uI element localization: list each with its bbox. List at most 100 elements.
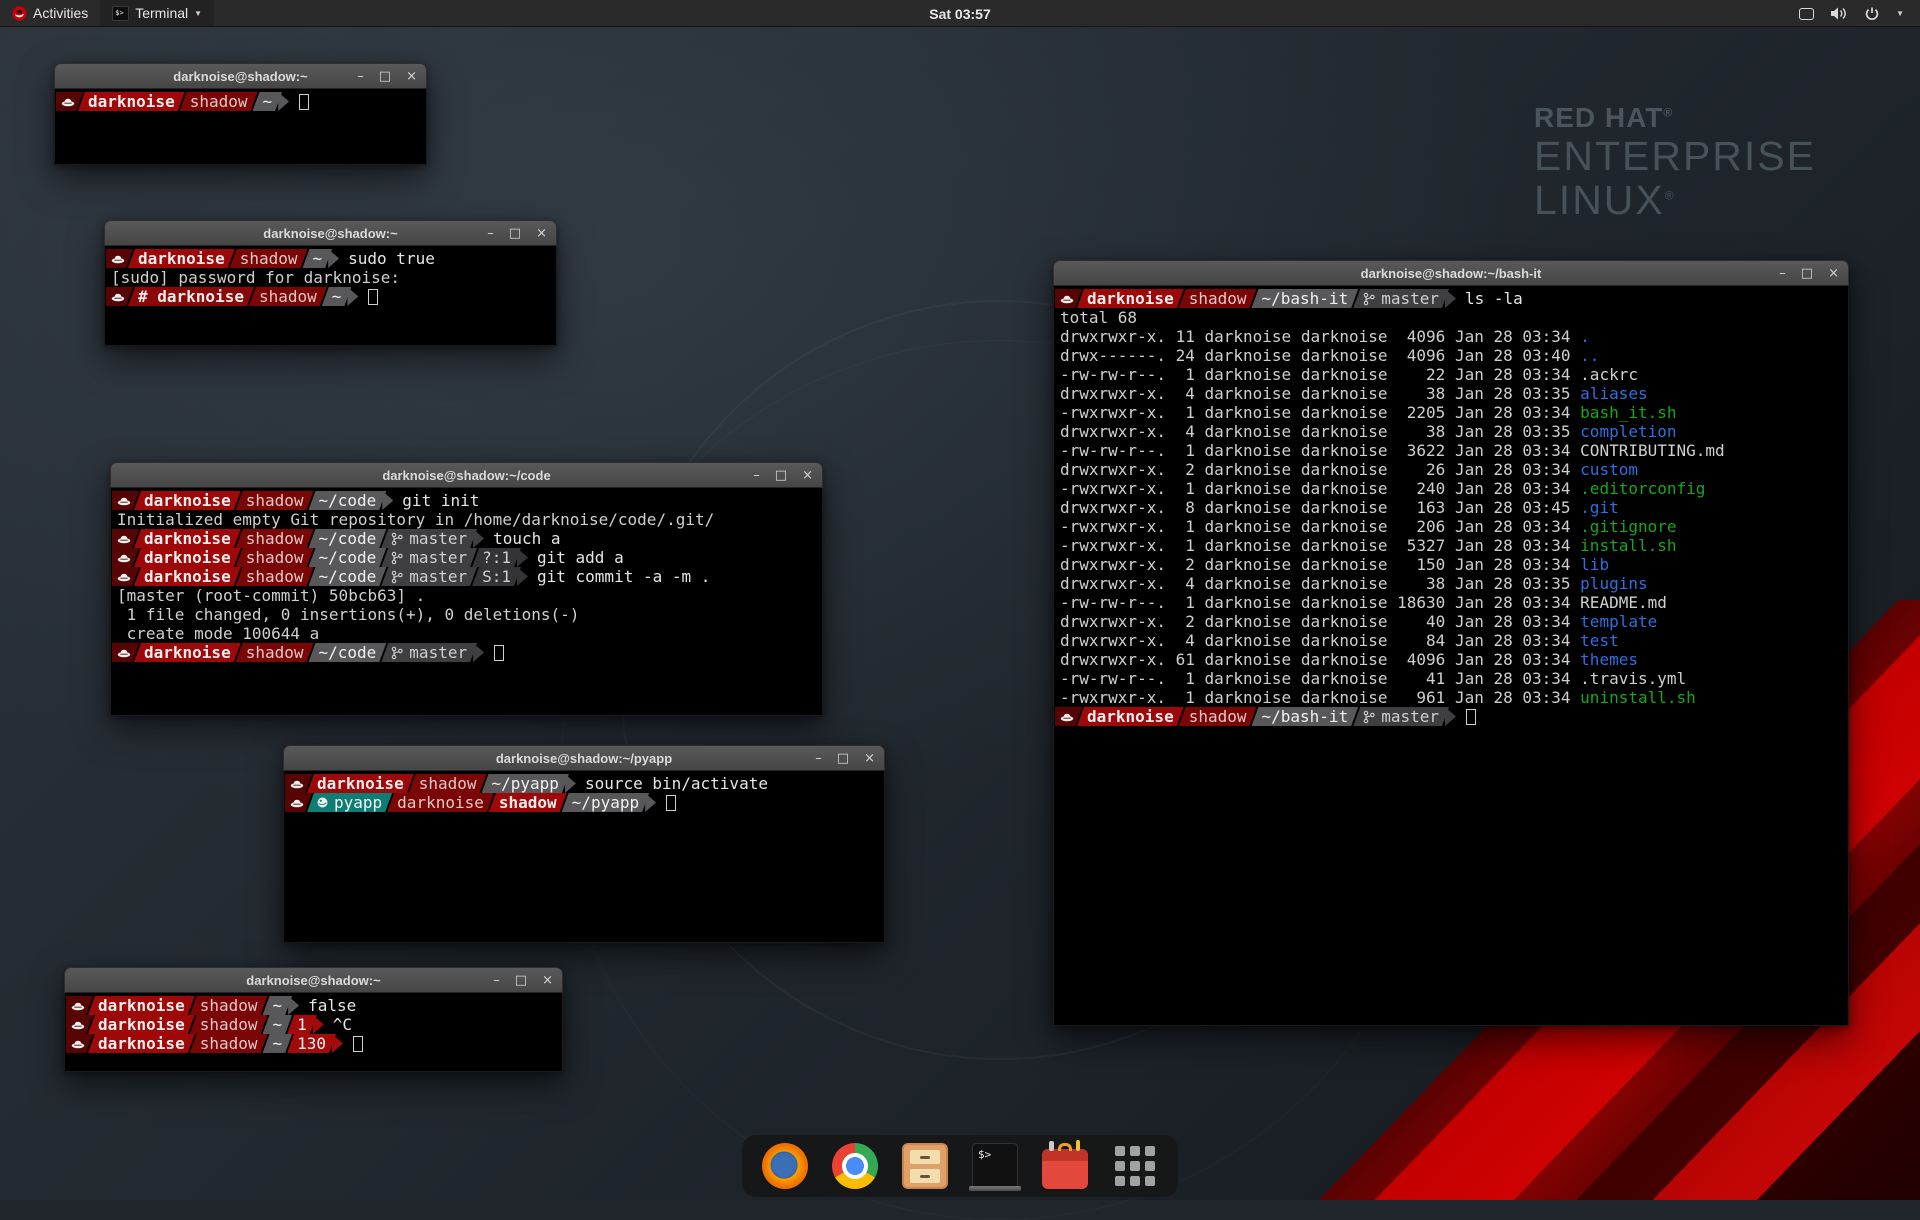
- prompt-arrow-icon: [565, 774, 576, 793]
- prompt-segment-u2: shadow: [1179, 707, 1257, 726]
- ls-row-columns: -rwxrwxr-x. 1 darknoise darknoise 206 Ja…: [1055, 517, 1580, 536]
- minimize-button[interactable]: –: [1779, 267, 1786, 280]
- prompt-segment-hat: [112, 548, 139, 567]
- git-branch-icon: [1363, 292, 1375, 306]
- minimize-button[interactable]: –: [815, 752, 822, 765]
- maximize-button[interactable]: □: [379, 70, 391, 83]
- terminal-line: darknoiseshadow~/codemastertouch a: [112, 529, 822, 548]
- git-branch-icon: [391, 551, 403, 565]
- dock-item-app-grid[interactable]: [1112, 1143, 1158, 1189]
- prompt-segment-text: ~: [332, 287, 342, 306]
- terminal-line: -rwxrwxr-x. 1 darknoise darknoise 2205 J…: [1055, 403, 1848, 422]
- terminal-content[interactable]: darknoiseshadow~/codegit initInitialized…: [110, 488, 823, 716]
- close-button[interactable]: ×: [802, 469, 813, 482]
- dock-item-terminal[interactable]: $>: [972, 1143, 1018, 1189]
- prompt-segment-text: shadow: [246, 529, 304, 548]
- terminal-line: darknoiseshadow~false: [66, 996, 562, 1015]
- maximize-button[interactable]: □: [837, 752, 849, 765]
- prompt-segment-u2: shadow: [190, 1034, 268, 1053]
- ls-row-columns: -rwxrwxr-x. 1 darknoise darknoise 2205 J…: [1055, 403, 1580, 422]
- close-button[interactable]: ×: [542, 974, 553, 987]
- terminal-content[interactable]: darknoiseshadow~sudo true[sudo] password…: [104, 246, 557, 346]
- terminal-content[interactable]: darknoiseshadow~/pyappsource bin/activat…: [283, 771, 885, 943]
- terminal-window-term4: darknoise@shadow:~/pyapp–□×darknoiseshad…: [283, 745, 885, 943]
- terminal-window-term3: darknoise@shadow:~/code–□×darknoiseshado…: [110, 462, 823, 716]
- prompt-segment-text: darknoise: [98, 1015, 185, 1034]
- files-icon: [902, 1143, 948, 1189]
- rhel-watermark: RED HAT® ENTERPRISE LINUX®: [1534, 102, 1816, 223]
- terminal-content[interactable]: darknoiseshadow~: [54, 89, 427, 165]
- prompt-segment-text: ~/bash-it: [1262, 707, 1349, 726]
- terminal-window-term5: darknoise@shadow:~–□×darknoiseshadow~fal…: [64, 967, 563, 1072]
- activities-button[interactable]: Activities: [0, 0, 100, 26]
- prompt-segment-u1: darknoise: [88, 996, 195, 1015]
- clock[interactable]: Sat 03:57: [919, 0, 1000, 27]
- window-title: darknoise@shadow:~/pyapp: [496, 751, 672, 766]
- file-name: aliases: [1580, 384, 1647, 403]
- system-status-area[interactable]: ▼: [1791, 0, 1912, 27]
- chrome-icon: [832, 1143, 878, 1189]
- drawer-bottom: [910, 1169, 940, 1183]
- maximize-button[interactable]: □: [775, 469, 787, 482]
- dock: $>: [742, 1135, 1178, 1197]
- app-menu-terminal[interactable]: $> Terminal ▼: [100, 0, 214, 26]
- prompt-segment-text: ?:1: [482, 548, 511, 567]
- window-titlebar[interactable]: darknoise@shadow:~–□×: [104, 220, 557, 246]
- terminal-line: -rwxrwxr-x. 1 darknoise darknoise 961 Ja…: [1055, 688, 1848, 707]
- redhat-icon: [117, 495, 131, 506]
- output-text: total 68: [1055, 308, 1137, 327]
- app-grid-dot: [1115, 1161, 1125, 1171]
- prompt-segment-path: ~: [253, 92, 283, 111]
- prompt-segment-text: master: [1381, 707, 1439, 726]
- terminal-line: [master (root-commit) 50bcb63] .: [112, 586, 822, 605]
- dock-item-firefox[interactable]: [762, 1143, 808, 1189]
- maximize-button[interactable]: □: [515, 974, 527, 987]
- minimize-button[interactable]: –: [493, 974, 500, 987]
- prompt-segment-venv: pyapp: [307, 793, 392, 812]
- output-text: [sudo] password for darknoise:: [106, 268, 410, 287]
- prompt-arrow-icon: [382, 491, 393, 510]
- git-branch-icon: [391, 570, 403, 584]
- terminal-line: darknoiseshadow~/codegit init: [112, 491, 822, 510]
- prompt-segment-text: ~: [313, 249, 323, 268]
- file-name: themes: [1580, 650, 1638, 669]
- app-grid-dot: [1115, 1146, 1125, 1156]
- prompt-segment-hat: [1055, 289, 1082, 308]
- window-titlebar[interactable]: darknoise@shadow:~/code–□×: [110, 462, 823, 488]
- dock-item-files[interactable]: [902, 1143, 948, 1189]
- ls-row-columns: drwxrwxr-x. 8 darknoise darknoise 163 Ja…: [1055, 498, 1580, 517]
- close-button[interactable]: ×: [536, 227, 547, 240]
- window-buttons: – □ ×: [1779, 261, 1839, 285]
- maximize-button[interactable]: □: [509, 227, 521, 240]
- minimize-button[interactable]: –: [487, 227, 494, 240]
- prompt-segment-path: ~/pyapp: [562, 793, 649, 812]
- screwdriver-icon: [1076, 1140, 1080, 1151]
- terminal-line: -rwxrwxr-x. 1 darknoise darknoise 5327 J…: [1055, 536, 1848, 555]
- maximize-button[interactable]: □: [1801, 267, 1813, 280]
- prompt-segment-u1: darknoise: [78, 92, 185, 111]
- terminal-line: 1 file changed, 0 insertions(+), 0 delet…: [112, 605, 822, 624]
- dock-item-toolbox[interactable]: [1042, 1143, 1088, 1189]
- command-text: ls -la: [1456, 289, 1523, 308]
- prompt-segment-git: master: [381, 548, 477, 567]
- terminal-line: drwxrwxr-x. 2 darknoise darknoise 26 Jan…: [1055, 460, 1848, 479]
- app-grid-dot: [1130, 1176, 1140, 1186]
- dock-item-chrome[interactable]: [832, 1143, 878, 1189]
- rhel-watermark-line1: RED HAT®: [1534, 102, 1816, 134]
- file-name: .gitignore: [1580, 517, 1676, 536]
- prompt-segment-text: shadow: [419, 774, 477, 793]
- prompt-segment-text: darknoise: [144, 491, 231, 510]
- window-titlebar[interactable]: darknoise@shadow:~–□×: [54, 63, 427, 89]
- prompt-segment-hat: [112, 491, 139, 510]
- terminal-content[interactable]: darknoiseshadow~/bash-itmasterls -latota…: [1053, 286, 1849, 1026]
- terminal-content[interactable]: darknoiseshadow~falsedarknoiseshadow~1^C…: [64, 993, 563, 1072]
- close-button[interactable]: ×: [864, 752, 875, 765]
- prompt-arrow-icon: [517, 567, 528, 586]
- minimize-button[interactable]: –: [753, 469, 760, 482]
- minimize-button[interactable]: –: [357, 70, 364, 83]
- window-titlebar[interactable]: darknoise@shadow:~/bash-it–□×: [1053, 260, 1849, 286]
- close-button[interactable]: ×: [406, 70, 417, 83]
- window-titlebar[interactable]: darknoise@shadow:~/pyapp – □ ×: [283, 745, 885, 771]
- window-titlebar[interactable]: darknoise@shadow:~–□×: [64, 967, 563, 993]
- close-button[interactable]: ×: [1828, 267, 1839, 280]
